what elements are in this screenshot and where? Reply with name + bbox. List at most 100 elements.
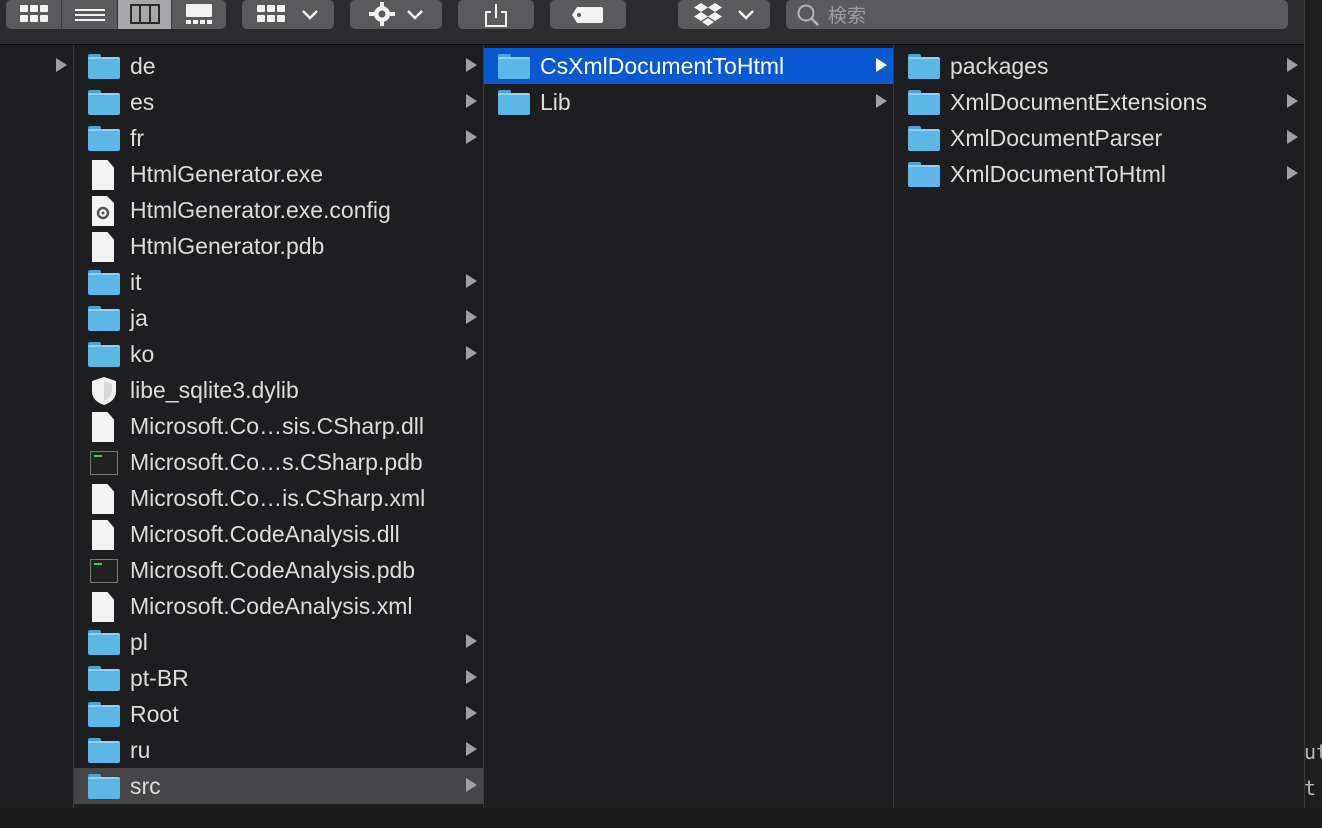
item-label: Microsoft.Co…is.CSharp.xml	[130, 485, 426, 511]
folder-icon	[88, 54, 120, 80]
search-placeholder: 検索	[828, 5, 867, 27]
folder-icon	[88, 738, 120, 764]
disclosure-arrow-icon	[466, 742, 477, 756]
terminal-document-icon	[88, 450, 120, 476]
disclosure-arrow-icon	[876, 58, 887, 72]
folder-row[interactable]: CsXmlDocumentToHtml	[484, 48, 893, 84]
file-row[interactable]: Microsoft.CodeAnalysis.pdb	[74, 552, 483, 588]
chevron-down-icon	[738, 9, 754, 20]
chevron-down-icon	[407, 9, 423, 20]
item-label: Microsoft.CodeAnalysis.xml	[130, 593, 413, 619]
disclosure-arrow-icon	[1287, 166, 1298, 180]
folder-row[interactable]: src	[74, 768, 483, 804]
column-parent	[0, 45, 74, 808]
document-icon	[88, 592, 120, 622]
folder-row[interactable]: fr	[74, 120, 483, 156]
grid-icon	[19, 4, 48, 22]
file-row[interactable]: Microsoft.Co…is.CSharp.xml	[74, 480, 483, 516]
item-label: CsXmlDocumentToHtml	[540, 53, 785, 79]
folder-row[interactable]: XmlDocumentExtensions	[894, 84, 1304, 120]
folder-icon	[88, 630, 120, 656]
action-button[interactable]	[350, 0, 442, 29]
disclosure-arrow-icon	[56, 58, 67, 72]
folder-row[interactable]: pt-BR	[74, 660, 483, 696]
item-label: ja	[130, 305, 148, 331]
folder-row[interactable]: ru	[74, 732, 483, 768]
item-label: XmlDocumentExtensions	[950, 89, 1207, 115]
file-row[interactable]: libe_sqlite3.dylib	[74, 372, 483, 408]
list-view-button[interactable]	[62, 0, 118, 29]
document-icon	[88, 484, 120, 514]
item-label: HtmlGenerator.exe	[130, 161, 324, 187]
folder-row[interactable]: ko	[74, 336, 483, 372]
item-label: ru	[130, 737, 151, 763]
item-label: packages	[950, 53, 1049, 79]
gallery-view-button[interactable]	[172, 0, 226, 29]
item-label: pt-BR	[130, 665, 189, 691]
folder-icon	[88, 90, 120, 116]
folder-icon	[908, 126, 940, 152]
disclosure-arrow-icon	[466, 94, 477, 108]
group-grid-icon	[257, 4, 285, 22]
columns-icon	[129, 3, 160, 24]
folder-row[interactable]: packages	[894, 48, 1304, 84]
icon-view-button[interactable]	[6, 0, 62, 29]
item-label: src	[130, 773, 161, 799]
folder-icon	[88, 666, 120, 692]
view-mode-group	[6, 0, 226, 29]
folder-icon	[88, 126, 120, 152]
chevron-down-icon	[302, 9, 318, 20]
share-button[interactable]	[458, 0, 534, 29]
file-row[interactable]: HtmlGenerator.exe	[74, 156, 483, 192]
parent-folder-row[interactable]	[0, 48, 73, 84]
finder-window: 検索 de es fr HtmlGenerator.exe HtmlGenerator.…	[0, 0, 1322, 828]
folder-icon	[908, 90, 940, 116]
tag-button[interactable]	[550, 0, 626, 29]
background-text-1: ut	[1304, 740, 1322, 764]
document-icon	[88, 160, 120, 190]
folder-row[interactable]: de	[74, 48, 483, 84]
folder-icon	[88, 270, 120, 296]
document-icon	[88, 412, 120, 442]
folder-icon	[498, 90, 530, 116]
file-row[interactable]: Microsoft.Co…sis.CSharp.dll	[74, 408, 483, 444]
file-row[interactable]: HtmlGenerator.exe.config	[74, 192, 483, 228]
folder-row[interactable]: pl	[74, 624, 483, 660]
disclosure-arrow-icon	[1287, 94, 1298, 108]
folder-icon	[908, 54, 940, 80]
folder-row[interactable]: ja	[74, 300, 483, 336]
item-label: fr	[130, 125, 145, 151]
share-icon	[485, 3, 507, 27]
folder-icon	[498, 54, 530, 80]
item-label: de	[130, 53, 156, 79]
folder-row[interactable]: it	[74, 264, 483, 300]
folder-row[interactable]: es	[74, 84, 483, 120]
folder-row[interactable]: Lib	[484, 84, 893, 120]
item-label: Microsoft.Co…s.CSharp.pdb	[130, 449, 423, 475]
dropbox-button[interactable]	[678, 0, 770, 29]
document-icon	[88, 520, 120, 550]
file-row[interactable]: Microsoft.CodeAnalysis.xml	[74, 588, 483, 624]
folder-icon	[88, 702, 120, 728]
folder-row[interactable]: XmlDocumentToHtml	[894, 156, 1304, 192]
folder-icon	[88, 306, 120, 332]
disclosure-arrow-icon	[466, 670, 477, 684]
disclosure-arrow-icon	[466, 58, 477, 72]
file-row[interactable]: Microsoft.CodeAnalysis.dll	[74, 516, 483, 552]
group-button[interactable]	[242, 0, 334, 29]
file-row[interactable]: Microsoft.Co…s.CSharp.pdb	[74, 444, 483, 480]
folder-icon	[908, 162, 940, 188]
disclosure-arrow-icon	[1287, 58, 1298, 72]
search-field[interactable]: 検索	[786, 0, 1288, 29]
folder-row[interactable]: XmlDocumentParser	[894, 120, 1304, 156]
folder-row[interactable]: Root	[74, 696, 483, 732]
disclosure-arrow-icon	[876, 94, 887, 108]
item-label: HtmlGenerator.pdb	[130, 233, 325, 259]
disclosure-arrow-icon	[466, 346, 477, 360]
file-row[interactable]: HtmlGenerator.pdb	[74, 228, 483, 264]
disclosure-arrow-icon	[466, 778, 477, 792]
gear-icon	[369, 1, 395, 26]
column-src: CsXmlDocumentToHtml Lib	[484, 45, 894, 808]
column-view-button[interactable]	[118, 0, 172, 29]
item-label: HtmlGenerator.exe.config	[130, 197, 391, 223]
